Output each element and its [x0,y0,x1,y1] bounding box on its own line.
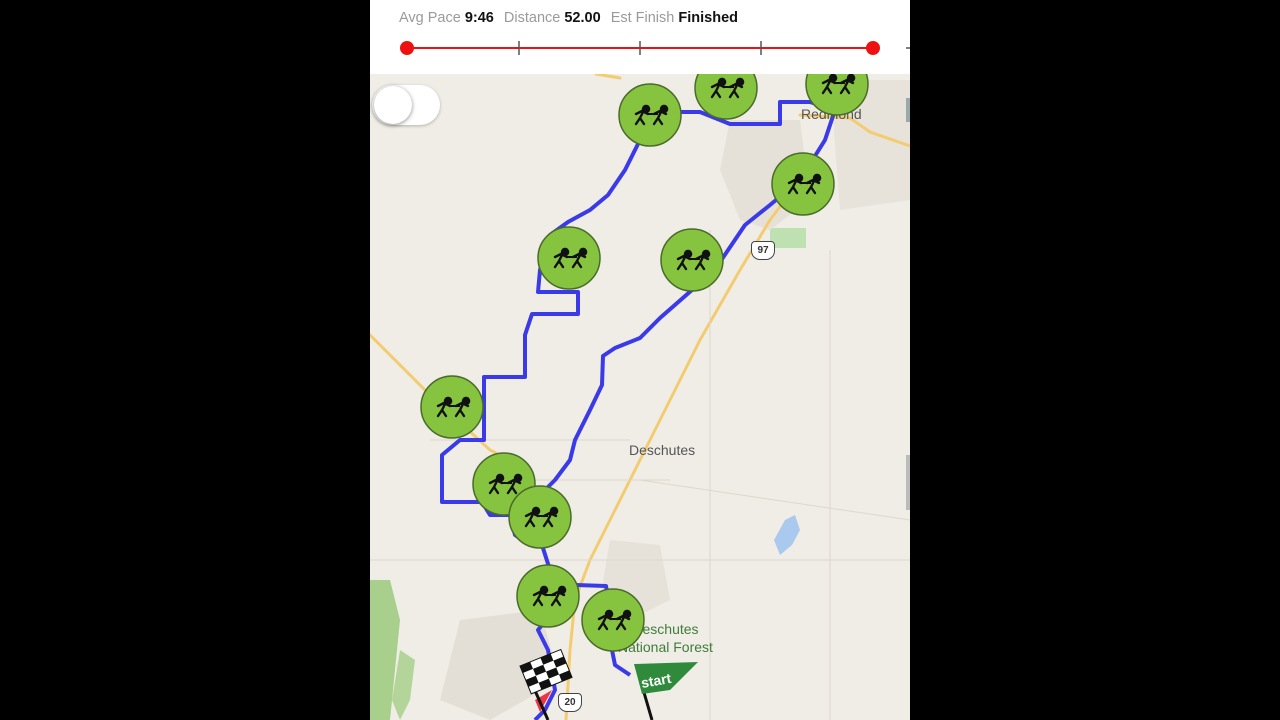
start-flag-icon[interactable]: start [634,662,698,720]
finish-flag-icon[interactable] [519,648,573,720]
progress-end-dot[interactable] [866,41,880,55]
toggle-knob[interactable] [374,86,412,124]
map-toggle-switch[interactable] [372,85,440,125]
race-progress-bar[interactable] [370,0,910,74]
flags-layer: start [519,648,698,720]
app-screen: Redmond Deschutes Deschutes National For… [370,0,910,720]
progress-start-dot [400,41,414,55]
stats-header: Avg Pace 9:46 Distance 52.00 Est Finish … [370,0,910,74]
